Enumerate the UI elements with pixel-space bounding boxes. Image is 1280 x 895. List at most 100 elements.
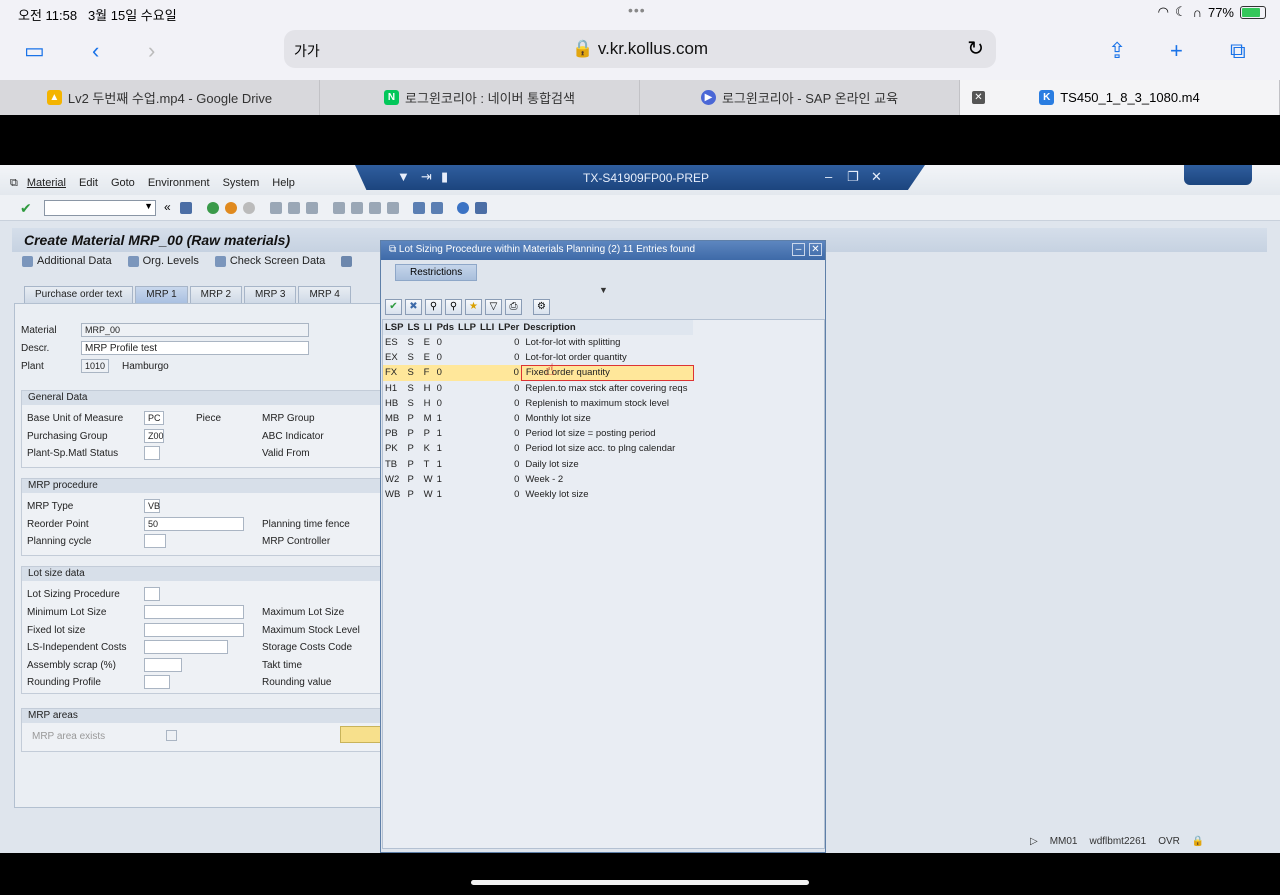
- browser-tab[interactable]: ▲ Lv2 두번째 수업.mp4 - Google Drive: [0, 80, 320, 115]
- prev-page-icon[interactable]: [351, 202, 363, 214]
- table-row[interactable]: HB S H 0 0 Replenish to maximum stock level: [383, 396, 693, 411]
- menu-system[interactable]: System: [223, 177, 260, 190]
- ls-independent-costs-field[interactable]: [144, 640, 228, 654]
- mrp-type-field[interactable]: VB: [144, 499, 160, 513]
- tab-purchase-order-text[interactable]: Purchase order text: [24, 286, 134, 303]
- back-icon[interactable]: [207, 202, 219, 214]
- browser-tab[interactable]: ▶ 로그윈코리아 - SAP 온라인 교육: [640, 80, 960, 115]
- menu-icon[interactable]: ⧉: [10, 177, 18, 190]
- forward-icon[interactable]: ›: [148, 38, 155, 64]
- reorder-point-field[interactable]: 50: [144, 517, 244, 531]
- new-tab-icon[interactable]: +: [1170, 38, 1183, 64]
- print-icon[interactable]: [270, 202, 282, 214]
- help-icon[interactable]: [457, 202, 469, 214]
- find-icon[interactable]: ⚲: [425, 299, 442, 315]
- close-tab-icon[interactable]: ✕: [972, 91, 985, 104]
- enter-icon[interactable]: ✔: [20, 200, 32, 217]
- close-icon[interactable]: ✕: [871, 169, 882, 185]
- layout-icon[interactable]: [475, 202, 487, 214]
- column-header[interactable]: LSP: [383, 320, 406, 335]
- table-row[interactable]: PB P P 1 0 Period lot size = posting period: [383, 426, 693, 441]
- assembly-scrap-field[interactable]: [144, 658, 182, 672]
- next-page-icon[interactable]: [369, 202, 381, 214]
- save-icon[interactable]: [180, 202, 192, 214]
- check-screen-data-button[interactable]: Check Screen Data: [214, 255, 325, 267]
- column-header[interactable]: Pds: [434, 320, 457, 335]
- lock-icon[interactable]: [341, 255, 353, 267]
- close-icon[interactable]: ✕: [809, 243, 822, 256]
- column-header[interactable]: LLP: [456, 320, 478, 335]
- cancel-icon[interactable]: [243, 202, 255, 214]
- table-row[interactable]: PK P K 1 0 Period lot size acc. to plng calen…: [383, 441, 693, 456]
- status-expand-icon[interactable]: ▷: [1030, 836, 1038, 847]
- fixed-lot-size-field[interactable]: [144, 623, 244, 637]
- restore-icon[interactable]: ❐: [847, 169, 859, 185]
- shortcut-icon[interactable]: [431, 202, 443, 214]
- find-next-icon[interactable]: ⚲: [445, 299, 462, 315]
- rounding-profile-field[interactable]: [144, 675, 170, 689]
- first-page-icon[interactable]: [333, 202, 345, 214]
- print-icon[interactable]: ⎙: [505, 299, 522, 315]
- dropdown-icon[interactable]: ▼: [397, 169, 410, 184]
- tab-mrp2[interactable]: MRP 2: [189, 286, 243, 303]
- base-uom-field[interactable]: PC: [144, 411, 164, 425]
- window-controls[interactable]: [1184, 165, 1252, 185]
- expand-arrow-icon[interactable]: ▼: [599, 285, 608, 295]
- pin-icon[interactable]: ⇥: [421, 169, 432, 185]
- menu-goto[interactable]: Goto: [111, 177, 135, 190]
- share-icon[interactable]: ⇪: [1108, 38, 1126, 64]
- minimize-icon[interactable]: –: [792, 243, 805, 256]
- table-row[interactable]: EX S E 0 0 Lot-for-lot order quantity: [383, 350, 693, 365]
- table-row[interactable]: ES S E 0 0 Lot-for-lot with splitting: [383, 335, 693, 350]
- plant-status-field[interactable]: [144, 446, 160, 460]
- min-lot-size-field[interactable]: [144, 605, 244, 619]
- descr-field[interactable]: MRP Profile test: [81, 341, 309, 355]
- table-row[interactable]: FX S F 0 0 Fixed order quantity: [383, 364, 694, 382]
- home-indicator[interactable]: [471, 880, 809, 885]
- find-icon[interactable]: [288, 202, 300, 214]
- menu-environment[interactable]: Environment: [148, 177, 210, 190]
- column-header[interactable]: LPer: [496, 320, 522, 335]
- reload-icon[interactable]: ↻: [967, 36, 984, 61]
- browser-tab-active[interactable]: ✕ K TS450_1_8_3_1080.m4: [960, 80, 1280, 115]
- command-field[interactable]: ▼: [44, 200, 156, 216]
- multitask-dots-icon[interactable]: •••: [628, 2, 646, 18]
- tab-mrp1[interactable]: MRP 1: [135, 286, 188, 303]
- tab-mrp3[interactable]: MRP 3: [244, 286, 297, 303]
- transaction-code[interactable]: MM01: [1050, 836, 1078, 847]
- tab-overview-icon[interactable]: ⧉: [1230, 38, 1246, 64]
- additional-data-button[interactable]: Additional Data: [22, 255, 112, 267]
- minimize-icon[interactable]: –: [825, 169, 832, 184]
- exit-icon[interactable]: [225, 202, 237, 214]
- favorite-icon[interactable]: ★: [465, 299, 482, 315]
- browser-tab[interactable]: N 로그윈코리아 : 네이버 통합검색: [320, 80, 640, 115]
- table-row[interactable]: TB P T 1 0 Daily lot size: [383, 457, 693, 472]
- lot-sizing-procedure-field[interactable]: [144, 587, 160, 601]
- last-page-icon[interactable]: [387, 202, 399, 214]
- column-header[interactable]: Description: [521, 320, 694, 335]
- org-levels-button[interactable]: Org. Levels: [127, 255, 199, 267]
- table-row[interactable]: W2 P W 1 0 Week - 2: [383, 472, 693, 487]
- column-header[interactable]: LS: [405, 320, 422, 335]
- table-row[interactable]: H1 S H 0 0 Replen.to max stck after covering …: [383, 381, 693, 396]
- filter-icon[interactable]: ▽: [485, 299, 502, 315]
- cancel-icon[interactable]: ✖: [405, 299, 422, 315]
- tab-mrp4[interactable]: MRP 4: [298, 286, 351, 303]
- purchasing-group-field[interactable]: Z00: [144, 429, 164, 443]
- back-arrows-icon[interactable]: «: [164, 200, 171, 214]
- column-header[interactable]: LLI: [477, 320, 497, 335]
- mrp-area-button[interactable]: [340, 726, 384, 743]
- address-bar[interactable]: 가가 🔒 v.kr.kollus.com ↻: [284, 30, 996, 68]
- table-row[interactable]: MB P M 1 0 Monthly lot size: [383, 411, 693, 426]
- new-session-icon[interactable]: [413, 202, 425, 214]
- sidebar-icon[interactable]: ▭: [24, 38, 45, 64]
- personalize-icon[interactable]: ⚙: [533, 299, 550, 315]
- menu-help[interactable]: Help: [272, 177, 295, 190]
- table-row[interactable]: WB P W 1 0 Weekly lot size: [383, 487, 693, 502]
- planning-cycle-field[interactable]: [144, 534, 166, 548]
- tab-restrictions[interactable]: Restrictions: [395, 264, 478, 281]
- menu-edit[interactable]: Edit: [79, 177, 98, 190]
- menu-material[interactable]: Material: [27, 177, 66, 190]
- ok-icon[interactable]: ✔: [385, 299, 402, 315]
- find-next-icon[interactable]: [306, 202, 318, 214]
